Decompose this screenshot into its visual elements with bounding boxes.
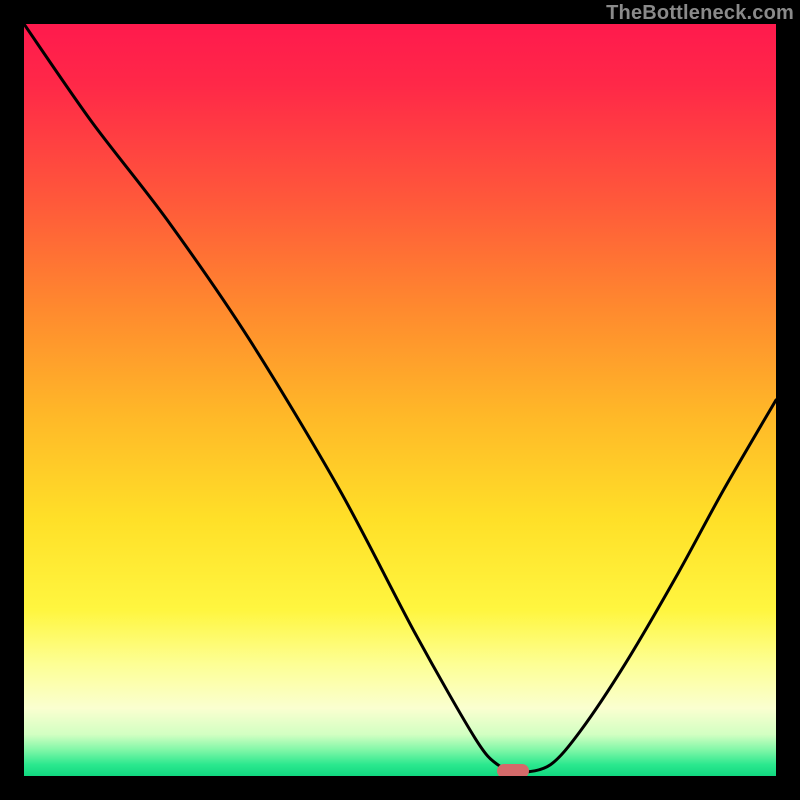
chart-frame: TheBottleneck.com <box>0 0 800 800</box>
watermark-text: TheBottleneck.com <box>606 2 794 25</box>
plot-area <box>24 24 776 776</box>
optimal-marker <box>497 764 529 776</box>
bottleneck-curve <box>24 24 776 776</box>
